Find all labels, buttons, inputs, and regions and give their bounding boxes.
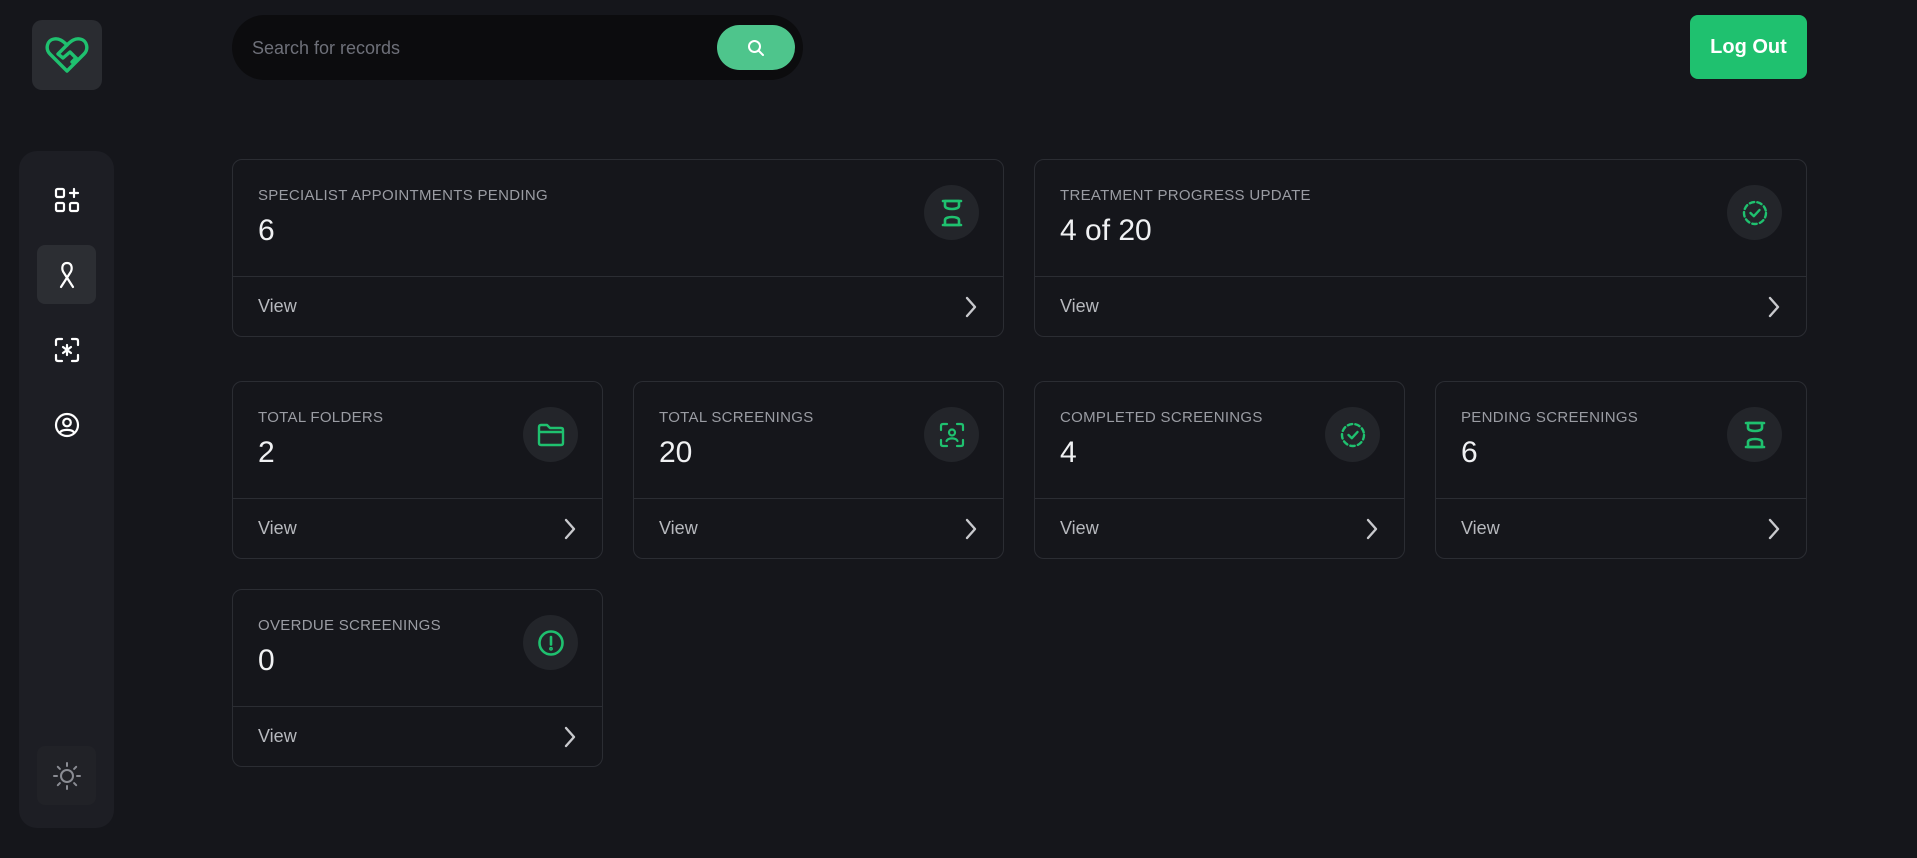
sidebar-item-ribbon[interactable] <box>37 245 96 304</box>
card-label: OVERDUE SCREENINGS <box>258 617 441 634</box>
folder-icon <box>537 423 564 446</box>
card-label: COMPLETED SCREENINGS <box>1060 409 1263 426</box>
card-value: 2 <box>258 436 275 469</box>
card-value: 6 <box>1461 436 1478 469</box>
search-button[interactable] <box>717 25 795 70</box>
search-icon <box>748 39 764 56</box>
chevron-right-icon <box>1365 518 1379 540</box>
card-view-link[interactable]: View <box>1436 499 1806 558</box>
card-completed-screenings: COMPLETED SCREENINGS 4 View <box>1034 381 1405 559</box>
card-icon-wrap <box>1727 185 1782 240</box>
sidebar-item-profile[interactable] <box>37 395 96 454</box>
card-overdue-screenings: OVERDUE SCREENINGS 0 View <box>232 589 603 767</box>
card-value: 4 <box>1060 436 1077 469</box>
alert-circle-icon <box>537 629 564 656</box>
check-circle-dashed-icon <box>1340 422 1365 447</box>
card-specialist-appointments: SPECIALIST APPOINTMENTS PENDING 6 View <box>232 159 1004 337</box>
chevron-right-icon <box>964 518 978 540</box>
card-value: 6 <box>258 214 275 247</box>
card-icon-wrap <box>924 407 979 462</box>
card-total-screenings: TOTAL SCREENINGS 20 View <box>633 381 1004 559</box>
card-view-link[interactable]: View <box>233 499 602 558</box>
card-label: TOTAL FOLDERS <box>258 409 384 426</box>
card-icon-wrap <box>1727 407 1782 462</box>
view-label: View <box>258 518 297 538</box>
chevron-right-icon <box>563 518 577 540</box>
sidebar <box>19 151 114 828</box>
search-input[interactable] <box>250 25 734 72</box>
chevron-right-icon <box>563 726 577 748</box>
card-icon-wrap <box>924 185 979 240</box>
card-label: PENDING SCREENINGS <box>1461 409 1639 426</box>
sun-icon <box>52 761 81 790</box>
card-view-link[interactable]: View <box>233 707 602 766</box>
logout-button[interactable]: Log Out <box>1690 15 1807 79</box>
user-circle-icon <box>54 412 79 437</box>
card-label: TREATMENT PROGRESS UPDATE <box>1060 187 1311 204</box>
hourglass-icon <box>941 199 962 226</box>
view-label: View <box>1060 518 1099 538</box>
view-label: View <box>1060 296 1099 316</box>
sidebar-item-screening[interactable] <box>37 320 96 379</box>
card-label: TOTAL SCREENINGS <box>659 409 814 426</box>
view-label: View <box>258 726 297 746</box>
view-label: View <box>659 518 698 538</box>
card-total-folders: TOTAL FOLDERS 2 View <box>232 381 603 559</box>
card-icon-wrap <box>523 407 578 462</box>
view-label: View <box>1461 518 1500 538</box>
screening-scan-icon <box>54 337 79 362</box>
card-pending-screenings: PENDING SCREENINGS 6 View <box>1435 381 1807 559</box>
ribbon-icon <box>59 261 74 288</box>
card-label: SPECIALIST APPOINTMENTS PENDING <box>258 187 548 204</box>
app-logo[interactable] <box>32 20 102 90</box>
card-view-link[interactable]: View <box>233 277 1003 336</box>
card-view-link[interactable]: View <box>634 499 1003 558</box>
chevron-right-icon <box>964 296 978 318</box>
card-value: 4 of 20 <box>1060 214 1152 247</box>
dashboard-add-icon <box>54 187 79 212</box>
card-icon-wrap <box>1325 407 1380 462</box>
chevron-right-icon <box>1767 296 1781 318</box>
hourglass-icon <box>1744 421 1765 448</box>
search-bar <box>232 15 803 80</box>
chevron-right-icon <box>1767 518 1781 540</box>
card-value: 0 <box>258 644 275 677</box>
face-scan-icon <box>939 422 964 447</box>
card-treatment-progress: TREATMENT PROGRESS UPDATE 4 of 20 View <box>1034 159 1807 337</box>
heart-handshake-icon <box>45 37 89 73</box>
check-circle-dashed-icon <box>1742 200 1767 225</box>
card-view-link[interactable]: View <box>1035 277 1806 336</box>
view-label: View <box>258 296 297 316</box>
card-icon-wrap <box>523 615 578 670</box>
sidebar-item-dashboard[interactable] <box>37 170 96 229</box>
theme-toggle-button[interactable] <box>37 746 96 805</box>
card-value: 20 <box>659 436 693 469</box>
card-view-link[interactable]: View <box>1035 499 1404 558</box>
